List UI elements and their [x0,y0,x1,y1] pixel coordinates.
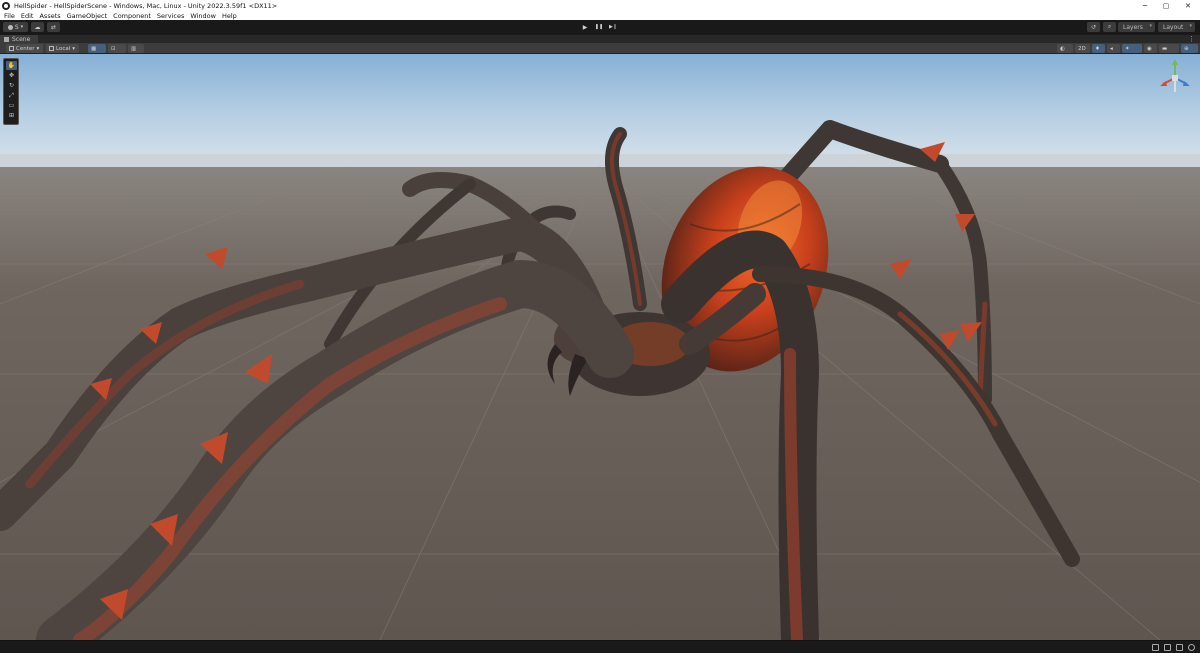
rect-tool-icon[interactable]: ▭ [6,101,17,110]
more-options-icon[interactable]: ⋮ [1188,35,1195,43]
menu-edit[interactable]: Edit [21,12,34,20]
hand-tool-icon[interactable]: ✋ [6,61,17,70]
chevron-down-icon: ▾ [1189,23,1192,29]
cache-icon[interactable] [1176,644,1183,651]
snap-icon: ⊡ [111,45,116,52]
search-button[interactable]: ⌕ [1103,22,1116,32]
menu-window[interactable]: Window [190,12,216,20]
audio-toggle[interactable]: ◂ [1107,44,1120,53]
move-tool-icon[interactable]: ✥ [6,71,17,80]
layers-label: Layers [1123,23,1143,31]
chevron-down-icon: ▾ [72,45,76,52]
space-label: Local [56,45,71,52]
mode-2d-label: 2D [1078,45,1086,52]
camera-dropdown[interactable]: ▬ [1159,44,1179,53]
account-button[interactable]: S ▾ [3,22,28,32]
maximize-button[interactable]: ▢ [1155,0,1177,11]
menu-services[interactable]: Services [157,12,184,20]
snap-increment-button[interactable]: ⊡ [108,44,126,53]
transform-tool-icon[interactable]: ⊞ [6,111,17,120]
close-button[interactable]: ✕ [1177,0,1199,11]
effects-icon: ✦ [1125,45,1130,52]
ruler-button[interactable]: ▥ [128,44,144,53]
play-button[interactable]: ▶ [578,22,592,32]
gizmo-icon: ⊕ [1184,45,1189,52]
tab-scene-label: Scene [12,36,31,43]
chevron-down-icon: ▾ [36,45,40,52]
step-button[interactable]: ▶❙ [606,22,620,32]
collab-button[interactable]: ⇄ [47,22,60,32]
menu-file[interactable]: File [4,12,15,20]
shaded-sphere-icon: ◐ [1060,45,1065,52]
menu-assets[interactable]: Assets [39,12,60,20]
menu-gameobject[interactable]: GameObject [67,12,108,20]
network-icon[interactable] [1164,644,1171,651]
tab-bar: Scene ⋮ [0,34,1200,44]
layout-dropdown[interactable]: Layout ▾ [1158,22,1195,32]
pause-button[interactable]: ❚❚ [592,22,606,32]
window-title: HellSpider - HellSpiderScene - Windows, … [14,1,278,10]
eye-icon: ◉ [1147,45,1152,52]
bug-icon[interactable] [1152,644,1159,651]
unity-logo-icon [2,1,10,10]
cloud-button[interactable]: ☁ [31,22,44,32]
menu-help[interactable]: Help [222,12,237,20]
light-bulb-icon: ♦ [1095,45,1100,52]
collab-icon: ⇄ [50,23,57,31]
mode-2d-button[interactable]: 2D [1075,44,1090,53]
account-icon [7,24,13,30]
play-controls: ▶ ❚❚ ▶❙ [578,22,622,32]
chevron-down-icon: ▾ [20,24,24,30]
undo-history-button[interactable]: ↺ [1087,22,1100,32]
chevron-down-icon: ▾ [1149,23,1152,29]
progress-icon[interactable] [1188,644,1195,651]
rotate-tool-icon[interactable]: ↻ [6,81,17,90]
scene-toolbar: Center ▾ Local ▾ ▦ ⊡ ▥ ◐ 2D ♦ ◂ ✦ ◉ ▬ ⊕ [0,43,1200,54]
account-label: S [14,23,19,31]
layout-label: Layout [1163,23,1184,31]
status-bar [0,640,1200,653]
speaker-icon: ◂ [1110,45,1113,52]
minimize-button[interactable]: ─ [1134,0,1156,11]
grid-snap-button[interactable]: ▦ [88,44,106,53]
hidden-objects-toggle[interactable]: ◉ [1144,44,1157,53]
layers-dropdown[interactable]: Layers ▾ [1118,22,1155,32]
scene-viewport[interactable] [0,54,1200,640]
scene-render [0,54,1200,640]
draw-mode-button[interactable]: ◐ [1057,44,1073,53]
history-icon: ↺ [1090,23,1097,31]
menu-component[interactable]: Component [113,12,151,20]
main-toolbar: S ▾ ☁ ⇄ ▶ ❚❚ ▶❙ ↺ ⌕ Layers ▾ Layout ▾ [0,20,1200,34]
effects-dropdown[interactable]: ✦ [1122,44,1142,53]
grid-icon: ▦ [91,45,97,52]
title-bar: HellSpider - HellSpiderScene - Windows, … [0,0,1200,11]
pivot-icon [9,46,14,51]
cloud-icon: ☁ [34,23,41,31]
gizmos-dropdown[interactable]: ⊕ [1181,44,1198,53]
local-space-icon [49,46,54,51]
space-dropdown[interactable]: Local ▾ [46,44,79,53]
search-icon: ⌕ [1107,23,1112,30]
pivot-dropdown[interactable]: Center ▾ [6,44,43,53]
menu-bar: File Edit Assets GameObject Component Se… [0,11,1200,20]
pivot-label: Center [16,45,35,52]
ruler-icon: ▥ [131,45,137,52]
lighting-toggle[interactable]: ♦ [1092,44,1105,53]
scene-tools-overlay: ✋ ✥ ↻ ⤢ ▭ ⊞ [3,58,19,125]
camera-icon: ▬ [1162,45,1168,52]
scene-icon [4,37,9,42]
orientation-gizmo[interactable] [1155,56,1195,96]
scale-tool-icon[interactable]: ⤢ [6,91,17,100]
